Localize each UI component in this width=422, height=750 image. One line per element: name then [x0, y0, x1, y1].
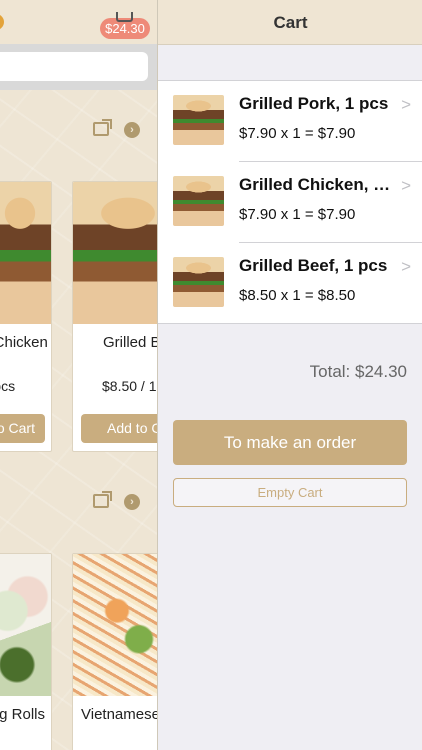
menu-card-name: Vietnamese Salad	[81, 706, 157, 723]
menu-card-name: Grilled Beef	[103, 334, 157, 351]
menu-card[interactable]: Grilled Beef $8.50 / 1 pcs Add to Cart	[72, 181, 157, 452]
cart-item-row[interactable]: Grilled Beef, 1 pcs $8.50 x 1 = $8.50 >	[158, 243, 422, 324]
menu-card[interactable]: Spring Rolls	[0, 553, 52, 750]
cart-item-price: $7.90 x 1 = $7.90	[239, 206, 356, 223]
grilled-chicken-thumbnail	[173, 176, 224, 226]
chevron-right-icon: >	[401, 176, 411, 195]
grilled-chicken-photo	[0, 182, 51, 324]
grilled-beef-thumbnail	[173, 257, 224, 307]
cart-item-name: Grilled Chicken, 1 pcs	[239, 175, 394, 194]
cart-title: Cart	[273, 13, 308, 32]
menu-screen: $24.30 › Grilled Chicken $7.90 / 1 pcs A…	[0, 0, 157, 750]
menu-card[interactable]: Grilled Chicken $7.90 / 1 pcs Add to Car…	[0, 181, 52, 452]
add-to-cart-button[interactable]: Add to Cart	[0, 414, 45, 443]
grilled-pork-thumbnail	[173, 95, 224, 145]
menu-card-price: $8.50 / 1 pcs	[102, 378, 157, 394]
menu-top-bar: $24.30	[0, 0, 157, 44]
spring-rolls-photo	[0, 554, 51, 696]
cart-item-price: $7.90 x 1 = $7.90	[239, 125, 356, 142]
empty-cart-button[interactable]: Empty Cart	[173, 478, 407, 507]
menu-card-name: Grilled Chicken	[0, 334, 48, 351]
cart-item-row[interactable]: Grilled Chicken, 1 pcs $7.90 x 1 = $7.90…	[158, 162, 422, 243]
cart-item-name: Grilled Beef, 1 pcs	[239, 256, 388, 275]
arrow-right-icon[interactable]: ›	[124, 494, 140, 510]
grilled-beef-photo	[73, 182, 157, 324]
cart-item-list: Grilled Pork, 1 pcs $7.90 x 1 = $7.90 > …	[158, 80, 422, 324]
make-order-button[interactable]: To make an order	[173, 420, 407, 465]
cart-item-name: Grilled Pork, 1 pcs	[239, 94, 389, 113]
add-to-cart-button[interactable]: Add to Cart	[81, 414, 157, 443]
chevron-right-icon: >	[401, 95, 411, 114]
chevron-right-icon: >	[401, 257, 411, 276]
share-icon[interactable]	[93, 491, 112, 508]
vietnamese-salad-photo	[73, 554, 157, 696]
cart-item-price: $8.50 x 1 = $8.50	[239, 287, 356, 304]
logo-icon	[0, 14, 4, 30]
search-input[interactable]	[0, 52, 148, 81]
cart-total: Total: $24.30	[309, 362, 407, 381]
arrow-right-icon[interactable]: ›	[124, 122, 140, 138]
cart-item-row[interactable]: Grilled Pork, 1 pcs $7.90 x 1 = $7.90 >	[158, 81, 422, 162]
cart-panel: Cart Grilled Pork, 1 pcs $7.90 x 1 = $7.…	[157, 0, 422, 750]
menu-card-name: Spring Rolls	[0, 706, 45, 723]
menu-card[interactable]: Vietnamese Salad	[72, 553, 157, 750]
share-icon[interactable]	[93, 119, 112, 136]
cart-nav-bar: Cart	[158, 0, 422, 45]
menu-card-price: $7.90 / 1 pcs	[0, 378, 16, 394]
cart-icon[interactable]	[116, 12, 133, 22]
